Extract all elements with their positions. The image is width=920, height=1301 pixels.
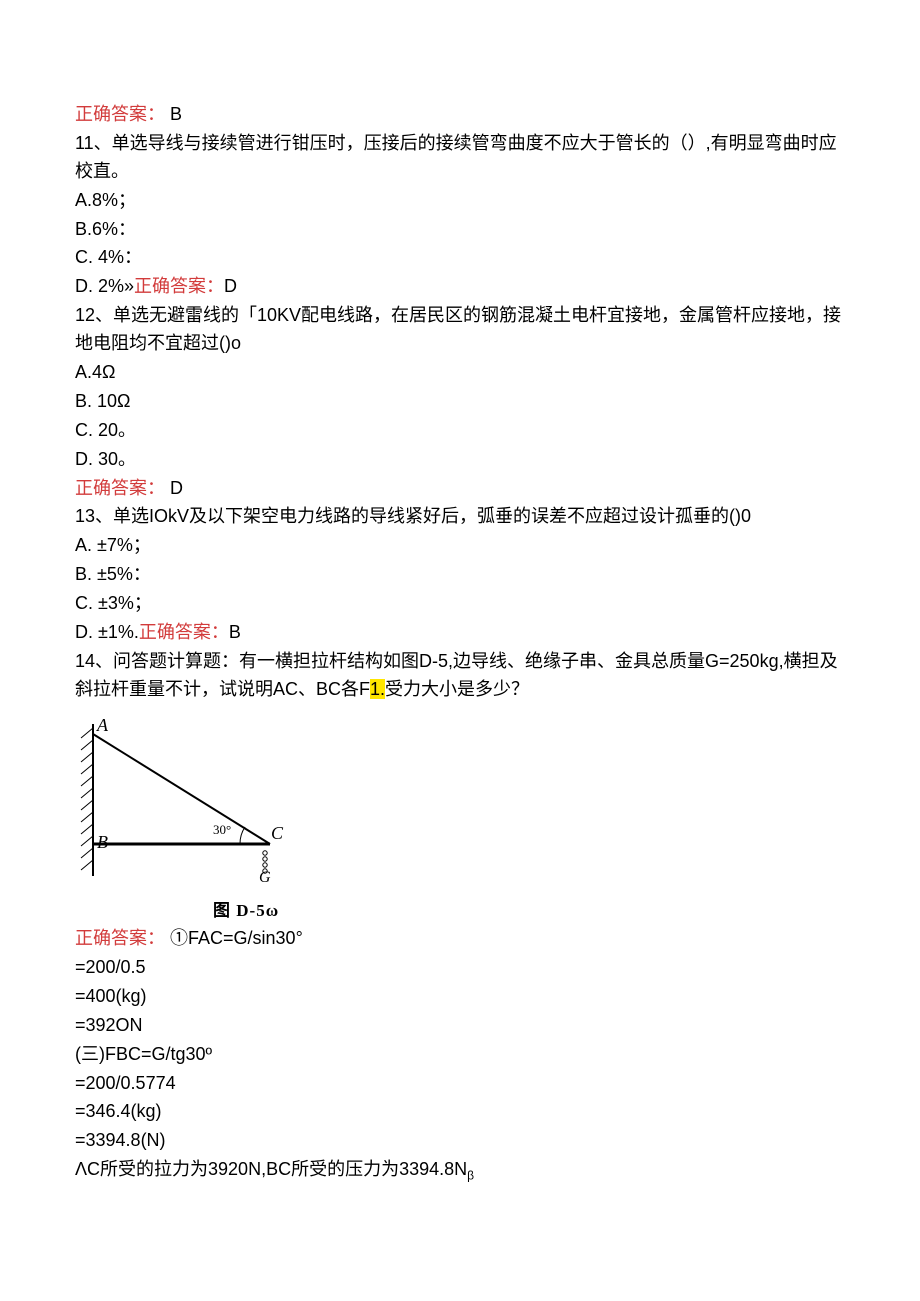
answer-label: 正确答案： bbox=[75, 104, 165, 124]
answer-label: 正确答案： bbox=[75, 928, 165, 948]
figure-label-c: C bbox=[271, 820, 283, 848]
q10-answer-line: 正确答案： B bbox=[75, 101, 845, 129]
answer-label: 正确答案： bbox=[134, 276, 224, 296]
q13-option-a: A. ±7%； bbox=[75, 532, 845, 560]
answer-value: D bbox=[170, 478, 183, 498]
q12-option-c: C. 20。 bbox=[75, 417, 845, 445]
q12-option-d: D. 30。 bbox=[75, 446, 845, 474]
answer-value: B bbox=[229, 622, 241, 642]
q13-option-c: C. ±3%； bbox=[75, 590, 845, 618]
q13-option-d: D. ±1%.正确答案：B bbox=[75, 619, 845, 647]
figure-label-a: A bbox=[97, 712, 108, 740]
q11-header: 11、单选导线与接续管进行钳压时，压接后的接续管弯曲度不应大于管长的（）,有明显… bbox=[75, 130, 845, 186]
q12-header: 12、单选无避雷线的「10KV配电线路，在居民区的钢筋混凝土电杆宜接地，金属管杆… bbox=[75, 302, 845, 358]
q13-option-b: B. ±5%： bbox=[75, 561, 845, 589]
figure-label-b: B bbox=[97, 829, 108, 857]
q13-option-d-prefix: D. ±1%. bbox=[75, 622, 139, 642]
figure-caption: 图 D-5ω bbox=[213, 898, 845, 924]
answer-value: D bbox=[224, 276, 237, 296]
q11-option-d: D. 2%»正确答案：D bbox=[75, 273, 845, 301]
q14-ans5: (三)FBC=G/tg30º bbox=[75, 1041, 845, 1069]
q14-ans6: =200/0.5774 bbox=[75, 1070, 845, 1098]
q14-ans8: =3394.8(N) bbox=[75, 1127, 845, 1155]
q14-ans-final: ΛC所受的拉力为3920N,BC所受的压力为3394.8Nβ bbox=[75, 1156, 845, 1185]
figure-d5: A B C G 30° bbox=[75, 716, 305, 896]
q14-ans-final-pre: ΛC所受的拉力为3920N,BC所受的压力为3394.8N bbox=[75, 1159, 467, 1179]
answer-value: B bbox=[170, 104, 182, 124]
answer-label: 正确答案： bbox=[139, 622, 229, 642]
q11-option-a: A.8%； bbox=[75, 187, 845, 215]
q11-option-d-prefix: D. 2%» bbox=[75, 276, 134, 296]
q12-option-a: A.4Ω bbox=[75, 359, 845, 387]
q14-ans2: =200/0.5 bbox=[75, 954, 845, 982]
q12-answer-line: 正确答案： D bbox=[75, 475, 845, 503]
q14-ans7: =346.4(kg) bbox=[75, 1098, 845, 1126]
q14-ans-final-sub: β bbox=[467, 1169, 474, 1183]
q14-ans4: =392ON bbox=[75, 1012, 845, 1040]
q11-option-b: B.6%： bbox=[75, 216, 845, 244]
q14-header-part2: 受力大小是多少？ bbox=[385, 679, 529, 699]
q14-header: 14、问答题计算题：有一横担拉杆结构如图D-5,边导线、绝缘子串、金具总质量G=… bbox=[75, 648, 845, 704]
q14-ans1: ①FAC=G/sin30° bbox=[170, 928, 303, 948]
figure-angle: 30° bbox=[213, 820, 231, 840]
q12-option-b: B. 10Ω bbox=[75, 388, 845, 416]
figure-label-g: G bbox=[259, 866, 271, 891]
q14-ans3: =400(kg) bbox=[75, 983, 845, 1011]
q14-answer-line1: 正确答案： ①FAC=G/sin30° bbox=[75, 925, 845, 953]
q14-highlight: 1. bbox=[370, 679, 385, 699]
answer-label: 正确答案： bbox=[75, 478, 165, 498]
q13-header: 13、单选IOkV及以下架空电力线路的导线紧好后，弧垂的误差不应超过设计孤垂的(… bbox=[75, 503, 845, 531]
document-page: 正确答案： B 11、单选导线与接续管进行钳压时，压接后的接续管弯曲度不应大于管… bbox=[0, 0, 920, 1226]
q11-option-c: C. 4%： bbox=[75, 244, 845, 272]
